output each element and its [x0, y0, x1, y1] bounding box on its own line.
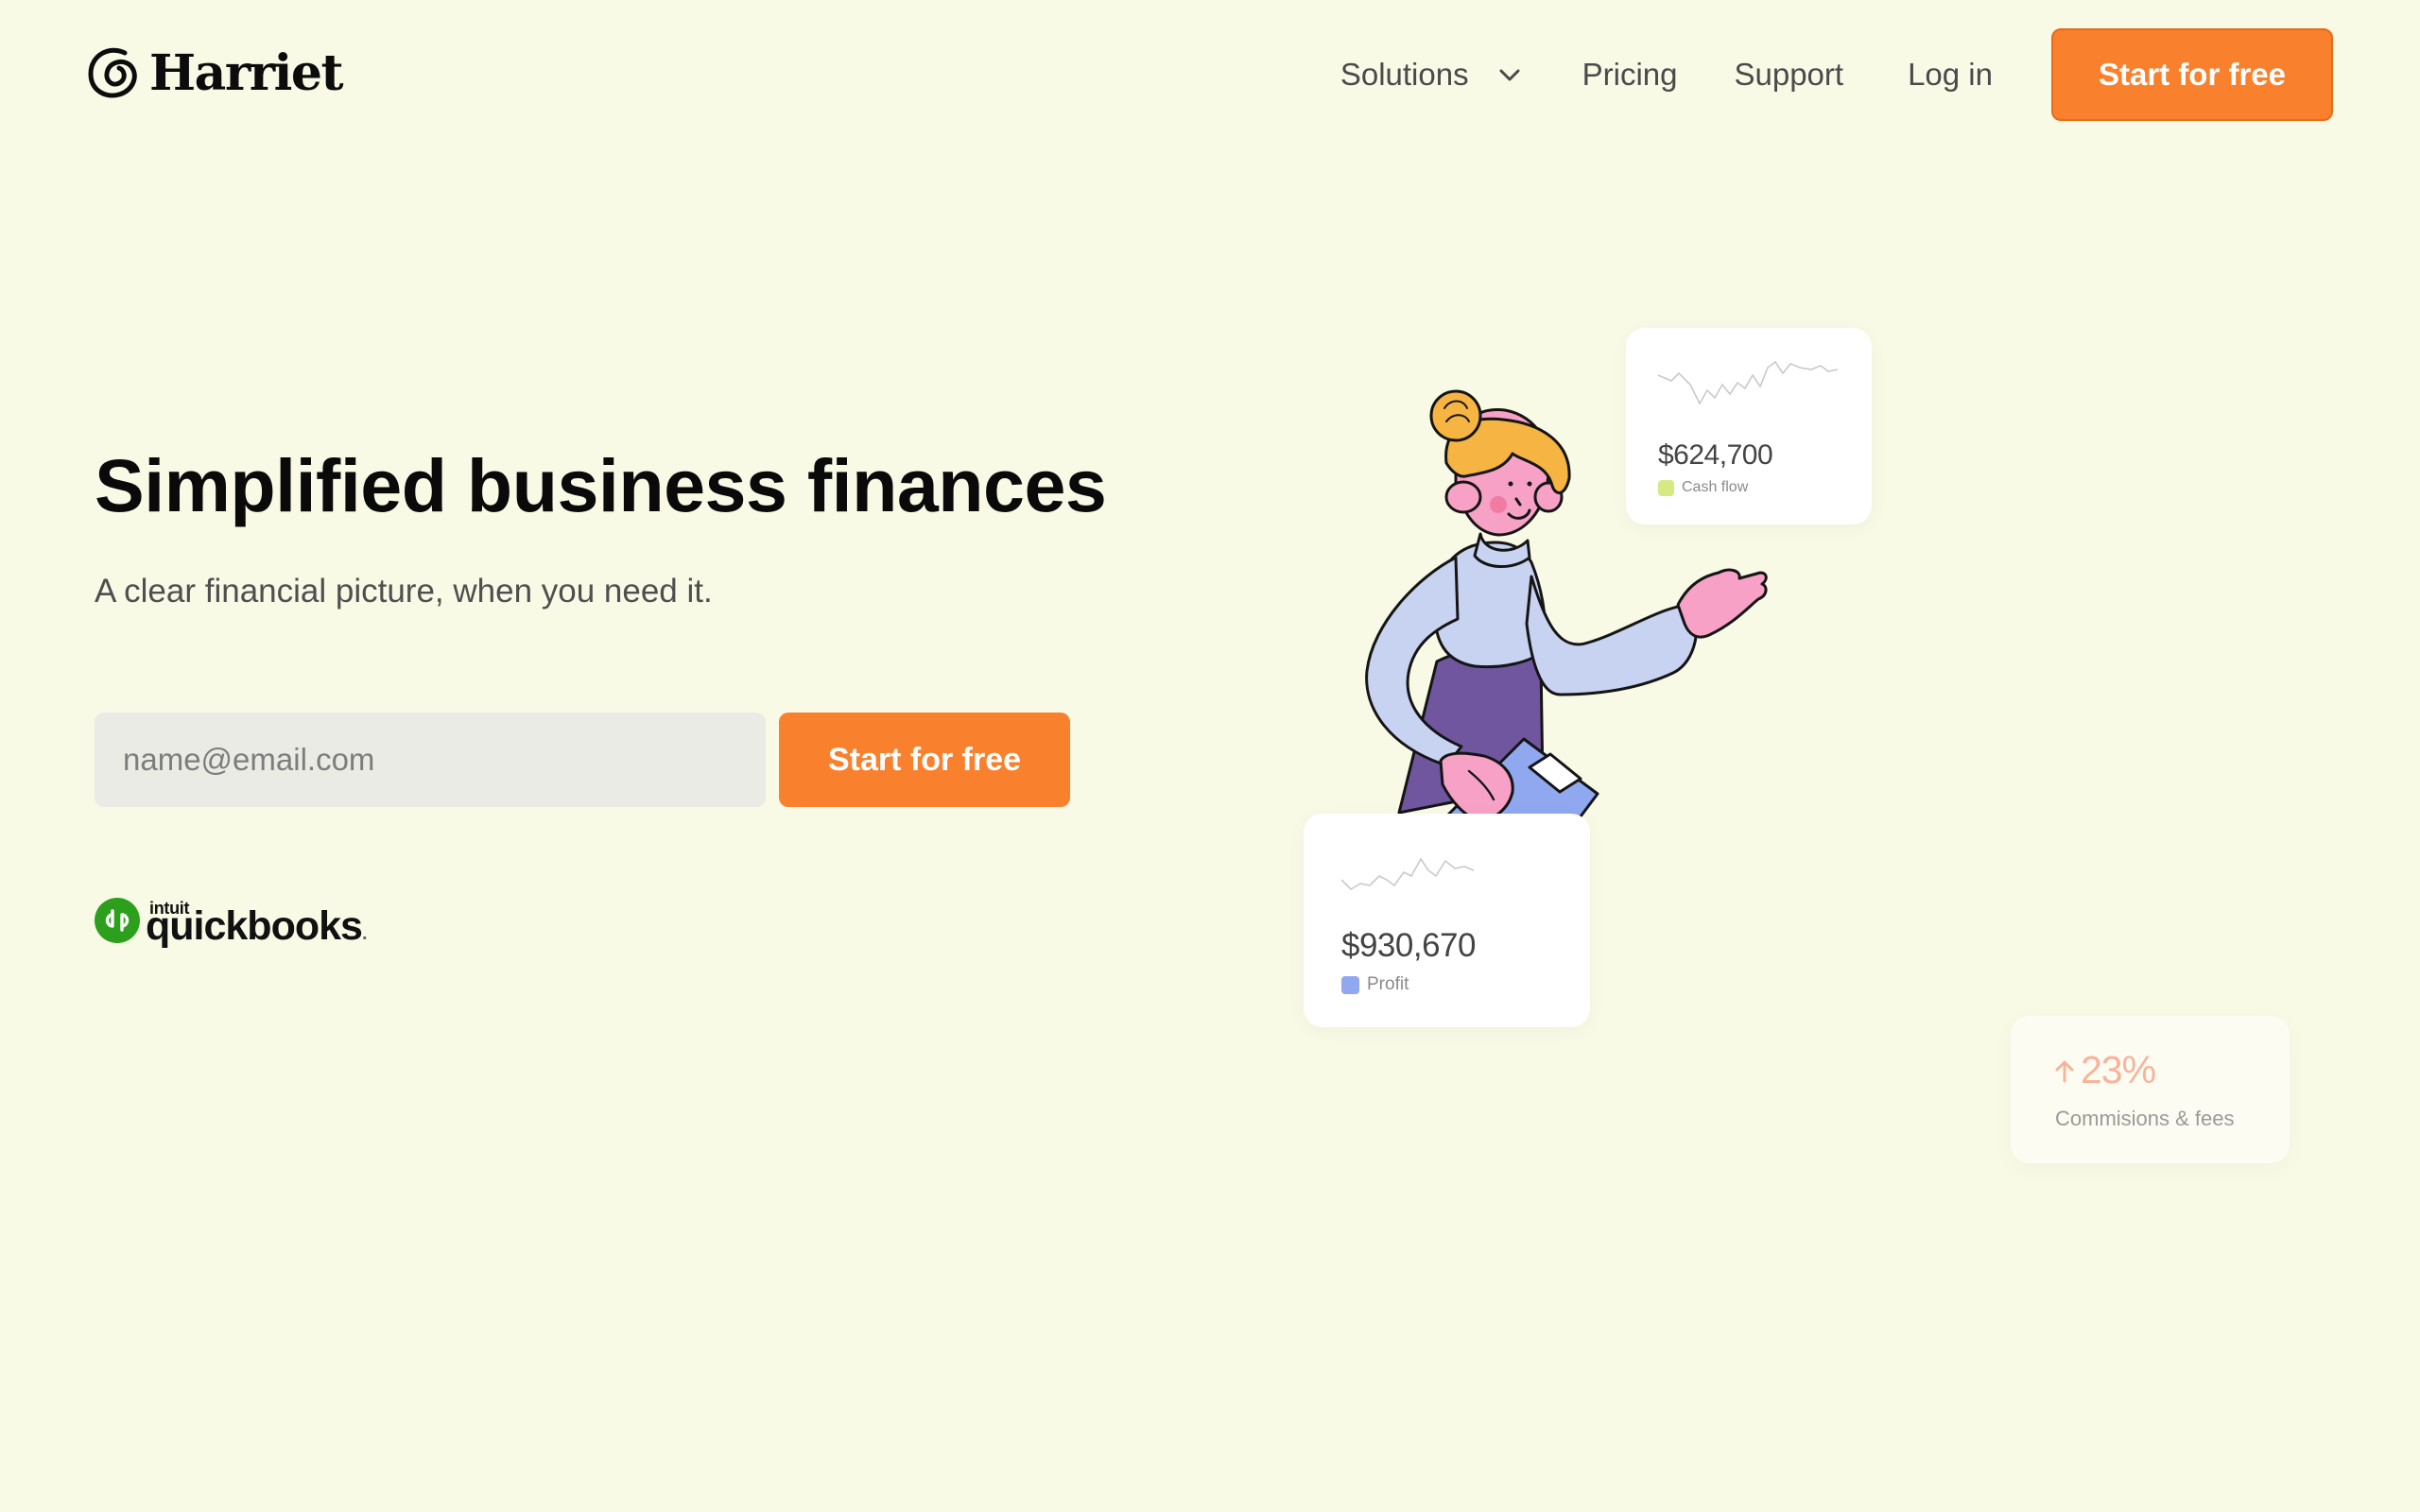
quickbooks-dot: .	[361, 923, 367, 944]
login-link[interactable]: Log in	[1908, 57, 1993, 93]
harriet-logo-icon	[88, 47, 137, 98]
hero-title: Simplified business finances	[95, 443, 1107, 527]
nav-solutions-dropdown[interactable]: Solutions	[1340, 57, 1524, 93]
hero-subtitle: A clear financial picture, when you need…	[95, 573, 713, 610]
signup-form: Start for free	[95, 713, 1070, 807]
quickbooks-icon	[95, 898, 140, 943]
landing-page: Harriet Solutions Pricing Support Log in…	[0, 0, 2420, 1512]
commissions-change: 23%	[2054, 1048, 2156, 1092]
profit-amount: $930,670	[1341, 927, 1476, 964]
profit-card: $930,670 Profit	[1304, 814, 1590, 1027]
email-input[interactable]	[95, 713, 766, 807]
profit-legend: Profit	[1341, 974, 1409, 995]
brand-name: Harriet	[149, 44, 343, 102]
commissions-card: 23% Commisions & fees	[2011, 1016, 2290, 1163]
main-nav: Solutions Pricing Support Log in Start f…	[1340, 28, 2333, 121]
commissions-label: Commisions & fees	[2055, 1107, 2235, 1130]
quickbooks-wordmark: intuit quickbooks.	[146, 899, 367, 947]
intuit-label: intuit	[149, 899, 190, 918]
nav-solutions-label: Solutions	[1340, 57, 1469, 92]
nav-pricing-link[interactable]: Pricing	[1582, 57, 1678, 93]
profit-swatch	[1341, 975, 1359, 994]
harriet-logo[interactable]: Harriet	[83, 43, 343, 104]
arrow-up-icon	[2055, 1060, 2074, 1082]
quickbooks-logo: intuit quickbooks.	[95, 898, 367, 947]
chevron-down-icon	[1499, 69, 1520, 81]
hero-start-free-button[interactable]: Start for free	[779, 713, 1070, 807]
profit-label: Profit	[1367, 974, 1409, 994]
nav-support-link[interactable]: Support	[1734, 57, 1843, 93]
profit-sparkline	[1341, 857, 1475, 891]
header-start-free-button[interactable]: Start for free	[2051, 28, 2333, 121]
commissions-percent: 23%	[2081, 1048, 2156, 1091]
